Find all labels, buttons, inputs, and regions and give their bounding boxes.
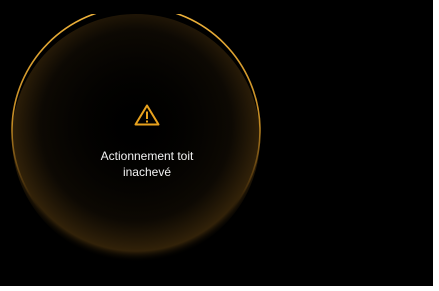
dial-ring <box>11 14 261 262</box>
alert-message: Actionnement toit inachevé <box>62 148 232 180</box>
alert-dial: Actionnement toit inachevé <box>10 14 262 266</box>
alert-message-line1: Actionnement toit <box>100 149 194 163</box>
cluster-display: Actionnement toit inachevé <box>0 0 433 286</box>
warning-triangle-icon <box>134 104 160 126</box>
alert-message-line2: inachevé <box>122 165 172 179</box>
